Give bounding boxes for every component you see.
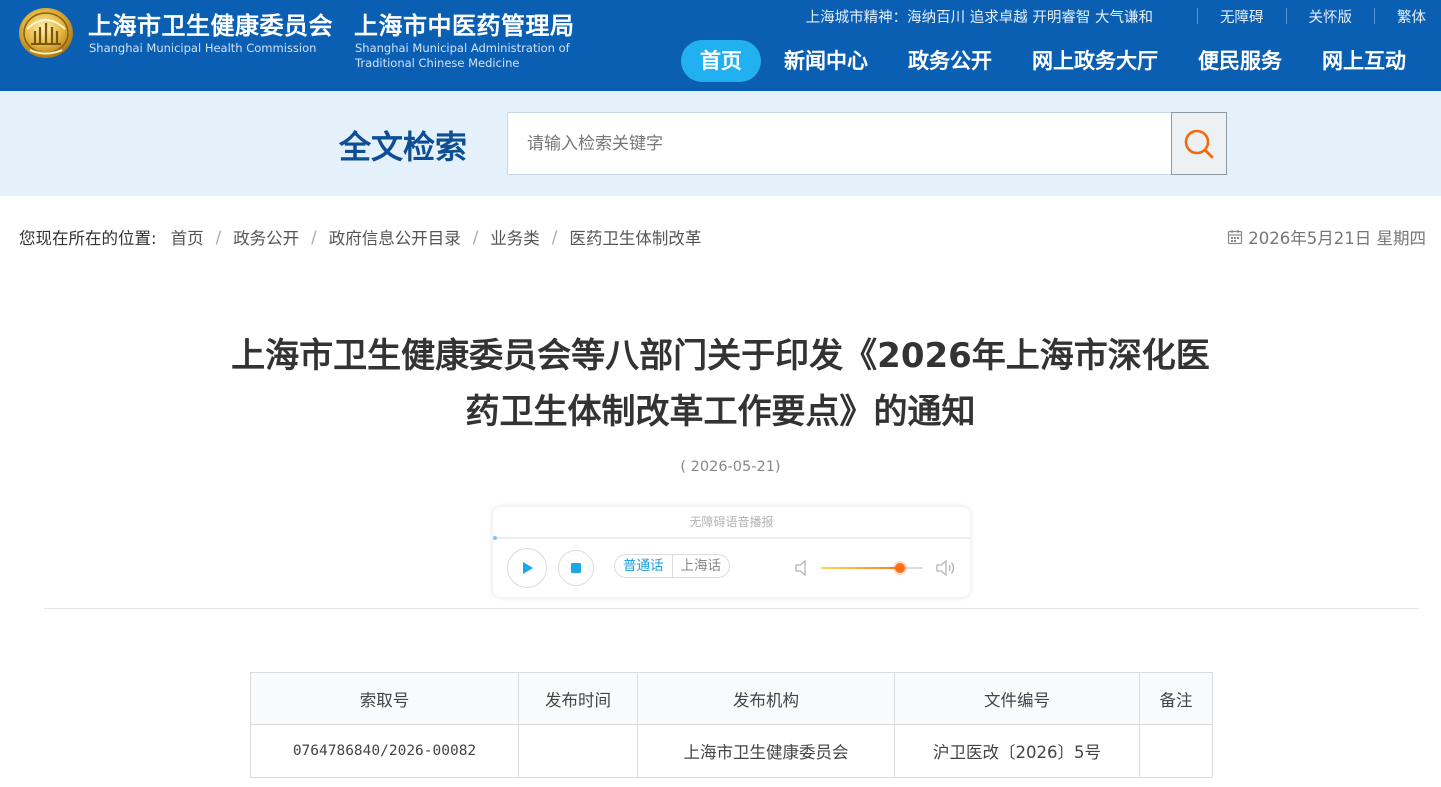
nav-item-online-service-hall[interactable]: 网上政务大厅 [1012,40,1178,82]
search-band: 全文检索 [0,91,1441,196]
cell-index-number: 0764786840/2026-00082 [250,724,519,778]
column-header-remarks: 备注 [1139,672,1213,725]
article-title: 上海市卫生健康委员会等八部门关于印发《2026年上海市深化医 药卫生体制改革工作… [180,328,1261,440]
top-link-divider [1374,8,1375,24]
current-date: 2026年5月21日 星期四 [1227,225,1426,249]
top-utility-links: 上海城市精神：海纳百川 追求卓越 开明睿智 大气谦和 无障碍 关怀版 繁体 [806,6,1426,26]
org-name-en-tcm: Shanghai Municipal Administration of Tra… [355,41,570,70]
voice-language-toggle: 普通话 上海话 [614,554,730,578]
volume-low-icon[interactable] [794,559,810,577]
nav-item-news[interactable]: 新闻中心 [764,40,888,82]
column-header-publishing-agency: 发布机构 [637,672,895,725]
stop-icon [571,563,581,573]
search-icon [1184,129,1214,158]
breadcrumb-separator: / [551,227,558,247]
nav-item-government-affairs[interactable]: 政务公开 [888,40,1012,82]
breadcrumb-item-home[interactable]: 首页 [171,225,204,249]
org-name-en-health: Shanghai Municipal Health Commission [89,41,317,55]
column-header-publish-time: 发布时间 [518,672,638,725]
article-date: ( 2026-05-21) [680,459,781,475]
org-name-cn-health[interactable]: 上海市卫生健康委员会 [88,6,333,41]
main-nav: 首页 新闻中心 政务公开 网上政务大厅 便民服务 网上互动 [681,40,1426,82]
document-info-table: 索取号 发布时间 发布机构 文件编号 备注 0764786840/2026-00… [250,672,1213,778]
org-name-cn-tcm[interactable]: 上海市中医药管理局 [354,6,575,41]
play-button[interactable] [507,548,547,588]
breadcrumb-item-info-catalog[interactable]: 政府信息公开目录 [329,225,461,249]
volume-slider[interactable] [821,563,923,573]
full-text-search-title: 全文检索 [339,128,468,166]
site-header: 上海市卫生健康委员会 Shanghai Municipal Health Com… [0,0,1441,91]
health-commission-emblem-icon[interactable] [18,5,74,59]
play-icon [523,562,533,574]
lang-mandarin-button[interactable]: 普通话 [615,555,672,577]
breadcrumb-item-health-reform[interactable]: 医药卫生体制改革 [569,225,701,249]
nav-item-online-interaction[interactable]: 网上互动 [1302,40,1426,82]
cell-remarks [1139,724,1213,778]
nav-item-public-services[interactable]: 便民服务 [1178,40,1302,82]
cell-publish-time [518,724,638,778]
city-spirit-text: 上海城市精神：海纳百川 追求卓越 开明睿智 大气谦和 [805,9,1153,26]
traditional-chinese-link[interactable]: 繁体 [1397,6,1426,27]
top-link-divider [1285,8,1287,24]
calendar-icon [1228,230,1243,245]
nav-item-home[interactable]: 首页 [681,40,761,82]
content-divider [44,608,1419,609]
accessibility-link[interactable]: 无障碍 [1220,6,1264,27]
cell-document-number: 沪卫医改〔2026〕5号 [894,724,1140,778]
article-title-line-1: 上海市卫生健康委员会等八部门关于印发《2026年上海市深化医 [231,336,1210,376]
stop-button[interactable] [558,550,594,586]
breadcrumb-lead: 您现在所在的位置: [19,229,157,248]
article-title-line-2: 药卫生体制改革工作要点》的通知 [465,392,976,432]
breadcrumb: 您现在所在的位置: 首页 / 政务公开 / 政府信息公开目录 / 业务类 / 医… [19,225,701,249]
volume-high-icon[interactable] [935,559,957,577]
table-row: 0764786840/2026-00082 上海市卫生健康委员会 沪卫医改〔20… [250,724,1213,778]
volume-slider-handle[interactable] [894,563,905,573]
playback-progress-track[interactable] [493,536,970,540]
breadcrumb-separator: / [472,227,479,247]
top-link-divider [1197,8,1198,24]
lang-shanghainese-button[interactable]: 上海话 [671,555,730,577]
current-date-text: 2026年5月21日 星期四 [1248,229,1426,248]
breadcrumb-separator: / [311,227,317,247]
search-button[interactable] [1171,112,1227,175]
breadcrumb-item-government-affairs[interactable]: 政务公开 [233,225,299,249]
player-label: 无障碍语音播报 [689,515,774,529]
accessible-audio-player: 无障碍语音播报 普通话 上海话 [493,507,970,597]
search-input[interactable] [507,112,1172,175]
volume-slider-fill [821,567,900,569]
cell-publishing-agency: 上海市卫生健康委员会 [637,724,895,778]
breadcrumb-separator: / [215,227,222,247]
playback-progress-dot[interactable] [493,536,497,540]
care-version-link[interactable]: 关怀版 [1309,6,1353,27]
table-header-row: 索取号 发布时间 发布机构 文件编号 备注 [250,672,1213,725]
column-header-document-number: 文件编号 [894,672,1140,725]
breadcrumb-item-business[interactable]: 业务类 [490,225,540,249]
column-header-index-number: 索取号 [250,672,519,725]
